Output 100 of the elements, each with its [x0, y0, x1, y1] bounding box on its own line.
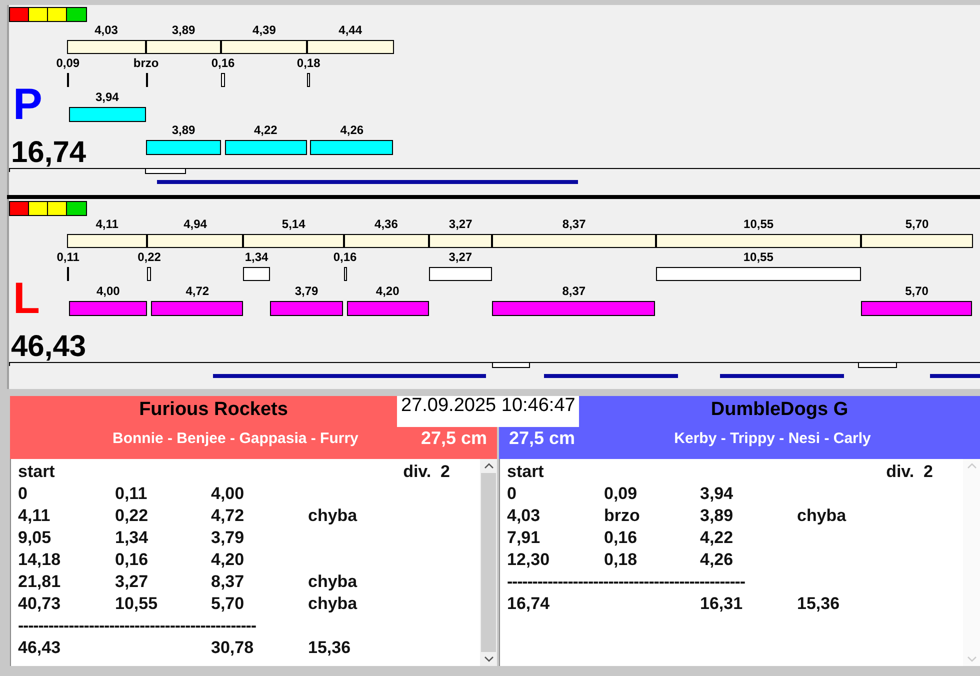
- segment-time: 8,37: [561, 217, 587, 231]
- start-time: 0: [18, 483, 28, 505]
- run-time: 4,72: [184, 284, 210, 298]
- gap-marker: [243, 267, 270, 281]
- status-lights-icon: [9, 201, 87, 216]
- run-time: 3,89: [700, 505, 734, 527]
- gap-marker: [306, 73, 310, 87]
- lane-letter: P: [13, 81, 42, 129]
- start-time: 14,18: [18, 549, 62, 571]
- run-time: 3,79: [294, 284, 320, 298]
- dog-names: Kerby - Trippy - Nesi - Carly: [673, 430, 872, 447]
- run-time: 8,37: [211, 571, 246, 593]
- run-time: 4,00: [95, 284, 121, 298]
- run-time: 4,20: [374, 284, 400, 298]
- run-time: 8,37: [561, 284, 587, 298]
- gap-time: 0,16: [604, 527, 638, 549]
- segment-time: 4,11: [94, 217, 120, 231]
- run-sum: 16,31: [700, 593, 744, 615]
- run-time: 4,26: [700, 549, 734, 571]
- segment-time: 3,27: [448, 217, 474, 231]
- gap-time: 0,22: [136, 250, 162, 264]
- gap-time: 0,22: [115, 505, 150, 527]
- start-time: 12,30: [507, 549, 551, 571]
- gap-time: 0,16: [115, 549, 150, 571]
- segment-time: 4,94: [182, 217, 208, 231]
- start-heading: start: [18, 461, 56, 483]
- gap-marker: [67, 267, 70, 281]
- gap-time: 0,11: [115, 483, 148, 505]
- best-time: 15,36: [308, 637, 351, 659]
- division-label: div. 2: [403, 461, 450, 483]
- segment-time: 3,89: [170, 23, 196, 37]
- run-time: 4,20: [211, 549, 246, 571]
- run-sum: 30,78: [211, 637, 255, 659]
- segment-time: 4,36: [374, 217, 399, 231]
- start-time: 9,05: [18, 527, 52, 549]
- division-label: div. 2: [886, 461, 933, 483]
- lane-total: 46,43: [11, 331, 86, 363]
- gap-time: brzo: [132, 56, 160, 70]
- start-heading: start: [507, 461, 545, 483]
- start-time: 4,03: [507, 505, 542, 527]
- distance-value: 27,5 cm: [508, 428, 576, 449]
- distance-value: 27,5 cm: [420, 428, 488, 449]
- gap-time: 3,27: [115, 571, 150, 593]
- separator-line: -----------------------------------------------: [18, 615, 256, 637]
- segment-time: 4,39: [252, 23, 277, 37]
- run-time: 4,26: [339, 123, 365, 137]
- gap-time: 0,11: [56, 250, 80, 264]
- total-time: 46,43: [18, 637, 62, 659]
- gap-marker: [221, 73, 225, 87]
- scroll-up-icon[interactable]: [484, 463, 494, 469]
- dog-names: Bonnie - Benjee - Gappasia - Furry: [112, 430, 360, 447]
- run-time: 3,79: [211, 527, 246, 549]
- segment-time: 4,44: [338, 23, 363, 37]
- status-lights-icon: [9, 7, 87, 22]
- start-time: 0: [507, 483, 518, 505]
- segment-time: 10,55: [742, 217, 775, 231]
- gap-time: 3,27: [448, 250, 474, 264]
- gap-marker: [146, 73, 148, 87]
- gap-marker: [344, 267, 347, 281]
- gap-time: 0,16: [332, 250, 358, 264]
- gap-time: 1,34: [244, 250, 270, 264]
- run-time: 4,72: [211, 505, 246, 527]
- scroll-down-icon[interactable]: [484, 656, 494, 662]
- best-time: 15,36: [797, 593, 840, 615]
- gap-time: 10,55: [742, 250, 774, 264]
- separator-line: -----------------------------------------------: [507, 571, 745, 593]
- segment-time: 5,70: [904, 217, 930, 231]
- run-time: 3,94: [700, 483, 734, 505]
- fault-note: chyba: [308, 571, 358, 593]
- gap-time: brzo: [604, 505, 641, 527]
- gap-time: 0,16: [210, 56, 236, 70]
- fault-note: chyba: [797, 505, 846, 527]
- run-time: 3,94: [94, 90, 120, 104]
- lane-letter: L: [13, 275, 40, 323]
- scrollbar[interactable]: [480, 459, 497, 666]
- run-time: 4,00: [211, 483, 246, 505]
- gap-time: 0,18: [296, 56, 322, 70]
- team-name: DumbleDogs G: [710, 398, 848, 422]
- start-time: 7,91: [507, 527, 542, 549]
- timestamp: 27.09.2025 10:46:47: [397, 396, 580, 427]
- fault-note: chyba: [308, 593, 358, 615]
- gap-time: 0,18: [604, 549, 638, 571]
- team-name: Furious Rockets: [139, 398, 288, 422]
- start-time: 21,81: [18, 571, 62, 593]
- segment-time: 4,03: [94, 23, 119, 37]
- gap-time: 1,34: [115, 527, 150, 549]
- gap-time: 0,09: [604, 483, 638, 505]
- run-time: 5,70: [211, 593, 246, 615]
- total-time: 16,74: [507, 593, 551, 615]
- run-time: 3,89: [170, 123, 196, 137]
- lane-total: 16,74: [11, 137, 86, 169]
- start-time: 40,73: [18, 593, 62, 615]
- gap-time: 0,09: [55, 56, 81, 70]
- start-time: 4,11: [18, 505, 52, 527]
- run-time: 4,22: [700, 527, 734, 549]
- gap-time: 10,55: [115, 593, 159, 615]
- gap-marker: [67, 73, 69, 87]
- run-time: 5,70: [904, 284, 930, 298]
- run-time: 4,22: [253, 123, 278, 137]
- fault-note: chyba: [308, 505, 358, 527]
